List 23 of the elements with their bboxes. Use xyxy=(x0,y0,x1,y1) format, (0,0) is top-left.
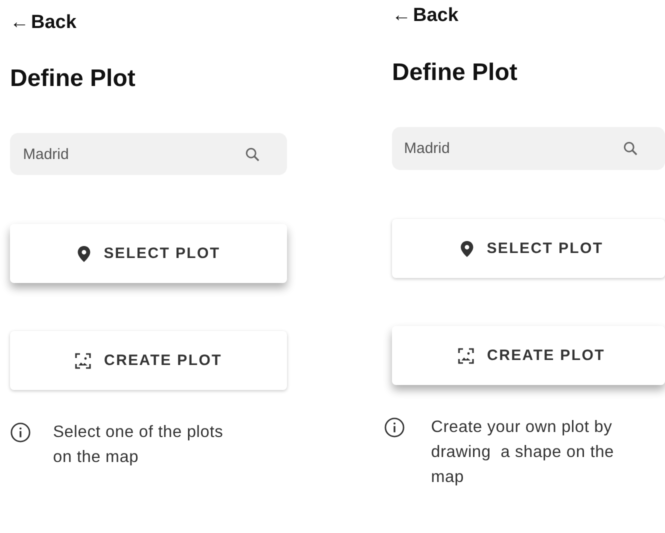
image-frame-icon xyxy=(458,348,474,364)
search-field[interactable]: Madrid xyxy=(392,127,665,170)
info-text: Create your own plot by xyxy=(431,418,612,437)
page-title: Define Plot xyxy=(392,59,518,87)
image-frame-icon xyxy=(75,352,92,368)
select-plot-button[interactable]: SELECT PLOT xyxy=(10,224,287,283)
info-text: map xyxy=(431,468,464,487)
info-text: on the map xyxy=(53,448,139,467)
create-plot-button[interactable]: CREATE PLOT xyxy=(392,326,665,385)
map-pin-icon xyxy=(76,246,91,262)
search-icon xyxy=(623,141,638,156)
select-plot-button[interactable]: SELECT PLOT xyxy=(392,219,665,278)
page-title: Define Plot xyxy=(10,65,136,93)
search-icon xyxy=(245,146,260,162)
back-link[interactable]: ←Back xyxy=(10,12,76,34)
create-plot-button[interactable]: CREATE PLOT xyxy=(10,331,287,390)
search-field[interactable]: Madrid xyxy=(10,133,287,175)
info-text: Select one of the plots xyxy=(53,423,224,442)
info-icon xyxy=(10,422,31,443)
info-text: drawing a shape on the xyxy=(431,443,614,462)
back-link[interactable]: ←Back xyxy=(392,5,458,27)
info-icon xyxy=(384,417,405,438)
map-pin-icon xyxy=(460,240,474,256)
